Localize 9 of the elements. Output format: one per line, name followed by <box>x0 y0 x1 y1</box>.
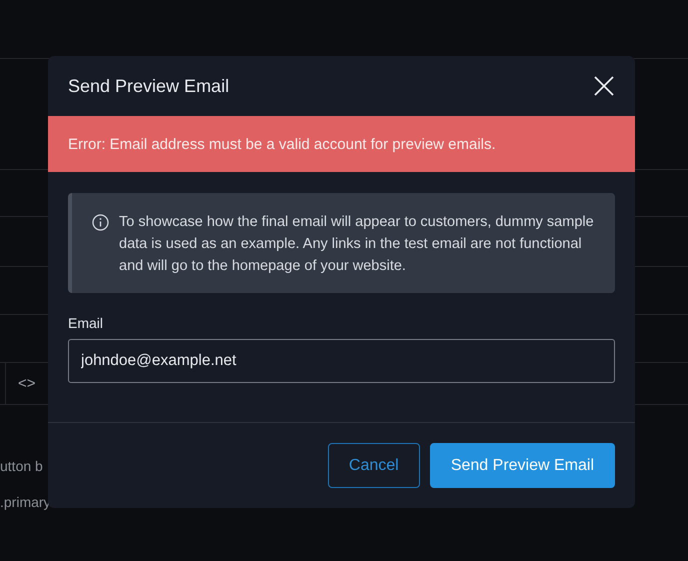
cancel-button[interactable]: Cancel <box>328 443 420 488</box>
close-icon[interactable] <box>593 75 615 97</box>
background-text: utton b <box>0 458 43 474</box>
info-text: To showcase how the final email will appear to customers, dummy sample data is used as an example. Any links in the test email are not functional and will go to the homepage of your website. <box>119 213 595 275</box>
background-text: .primary <box>0 494 51 510</box>
info-icon <box>92 214 109 231</box>
error-banner: Error: Email address must be a valid account for preview emails. <box>48 116 635 172</box>
dialog-title: Send Preview Email <box>68 76 230 96</box>
email-label: Email <box>68 315 104 331</box>
